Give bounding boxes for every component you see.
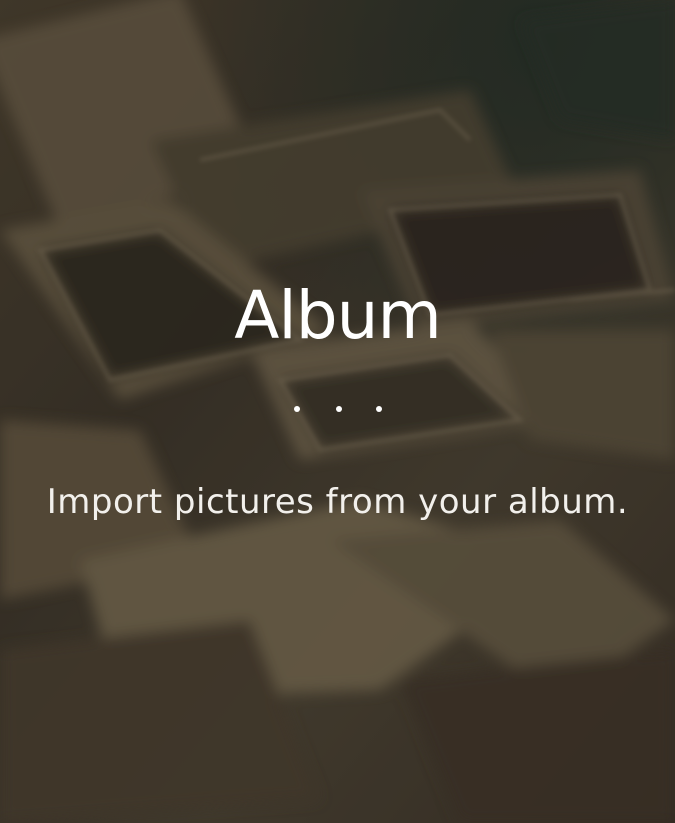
page-dot-1 [294,406,300,412]
content-overlay: Album Import pictures from your album. [0,0,675,823]
page-indicator [0,406,675,416]
page-subtitle: Import pictures from your album. [46,482,629,522]
album-onboarding-screen: Album Import pictures from your album. [0,0,675,823]
page-dot-2 [336,406,342,412]
page-title: Album [234,277,442,354]
page-dot-3 [376,406,382,412]
